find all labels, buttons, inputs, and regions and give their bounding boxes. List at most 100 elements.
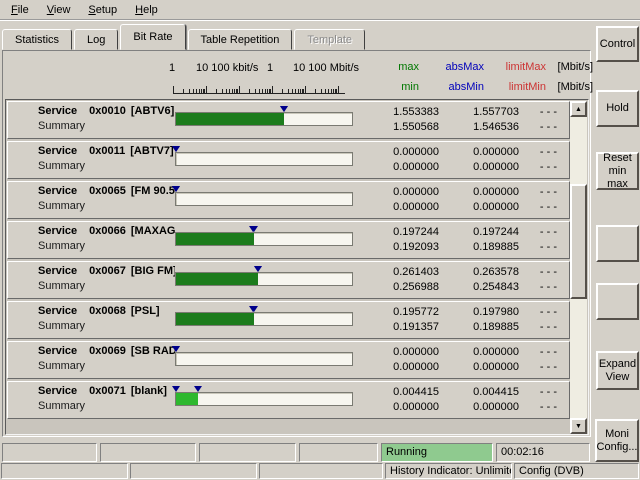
service-type-label: Service	[38, 345, 77, 357]
col-header-limitmax: limitMax	[495, 61, 546, 74]
service-summary-label: Summary	[38, 400, 85, 412]
service-row[interactable]: Service0x0067[BIG FM] Summary 0.261403 0…	[7, 261, 570, 299]
service-name: [MAXAGRO	[131, 225, 175, 237]
status-panel	[1, 463, 128, 479]
col-header-unit-top: [Mbit/s]	[548, 61, 593, 74]
tab-table-repetition[interactable]: Table Repetition	[188, 29, 293, 50]
service-list: Service0x0010[ABTV6] Summary 1.553383 1.…	[5, 99, 589, 435]
vertical-scrollbar[interactable]: ▲ ▼	[570, 101, 587, 434]
elapsed-time: 00:02:16	[496, 443, 590, 462]
min-value: 0.000000	[359, 401, 439, 413]
menu-help[interactable]: Help	[126, 0, 167, 21]
service-row[interactable]: Service0x0065[FM 90.5] Summary 0.000000 …	[7, 181, 570, 219]
limitmax-value: - - -	[477, 306, 557, 318]
menu-file[interactable]: File	[2, 0, 38, 21]
service-id: 0x0069	[89, 345, 126, 357]
service-type-label: Service	[38, 305, 77, 317]
max-value: 0.261403	[359, 266, 439, 278]
service-name: [FM 90.5]	[131, 185, 175, 197]
limitmin-value: - - -	[477, 321, 557, 333]
expand-view-button[interactable]: Expand View	[596, 351, 639, 390]
limitmin-value: - - -	[477, 241, 557, 253]
service-type-label: Service	[38, 105, 77, 117]
limitmax-value: - - -	[477, 386, 557, 398]
service-id: 0x0067	[89, 265, 126, 277]
col-header-limitmin: limitMin	[495, 81, 546, 94]
limitmin-value: - - -	[477, 281, 557, 293]
col-header-min: min	[375, 81, 419, 94]
service-row[interactable]: Service0x0071[blank] Summary 0.004415 0.…	[7, 381, 570, 419]
service-summary-label: Summary	[38, 120, 85, 132]
menu-setup[interactable]: Setup	[79, 0, 126, 21]
bitrate-bar	[175, 232, 353, 246]
max-value: 0.197244	[359, 226, 439, 238]
limitmin-value: - - -	[477, 361, 557, 373]
scroll-up-icon[interactable]: ▲	[570, 101, 587, 117]
moni-config-button[interactable]: Moni Config...	[595, 419, 639, 462]
bitrate-bar	[175, 352, 353, 366]
limitmax-value: - - -	[477, 346, 557, 358]
tab-statistics[interactable]: Statistics	[2, 29, 72, 50]
status-panel	[299, 443, 378, 462]
reset-min-max-button[interactable]: Reset min max	[596, 152, 639, 190]
status-panel	[2, 443, 97, 462]
service-name: [SB RADIO	[131, 345, 175, 357]
service-type-label: Service	[38, 225, 77, 237]
bitrate-bar	[175, 312, 353, 326]
service-summary-label: Summary	[38, 360, 85, 372]
col-header-unit-bottom: [Mbit/s]	[548, 81, 593, 94]
service-name: [PSL]	[131, 305, 160, 317]
max-value: 0.000000	[359, 146, 439, 158]
tab-strip: StatisticsLogBit RateTable RepetitionTem…	[2, 22, 367, 50]
limitmin-value: - - -	[477, 201, 557, 213]
config-indicator: Config (DVB)	[514, 463, 639, 479]
limitmin-value: - - -	[477, 161, 557, 173]
service-row[interactable]: Service0x0068[PSL] Summary 0.195772 0.19…	[7, 301, 570, 339]
min-value: 0.192093	[359, 241, 439, 253]
service-type-label: Service	[38, 185, 77, 197]
menu-view[interactable]: View	[38, 0, 80, 21]
service-id: 0x0010	[89, 105, 126, 117]
hold-button[interactable]: Hold	[596, 90, 639, 127]
min-value: 0.191357	[359, 321, 439, 333]
bitrate-monitor-window: FileViewSetupHelp StatisticsLogBit RateT…	[0, 0, 640, 480]
max-value: 0.000000	[359, 346, 439, 358]
service-row[interactable]: Service0x0066[MAXAGRO Summary 0.197244 0…	[7, 221, 570, 259]
min-marker-icon	[172, 386, 180, 392]
min-value: 1.550568	[359, 121, 439, 133]
limitmax-value: - - -	[477, 106, 557, 118]
side-button-blank-1[interactable]	[596, 225, 639, 262]
max-value: 0.195772	[359, 306, 439, 318]
max-marker-icon	[172, 346, 180, 352]
bitrate-bar-fill	[176, 273, 258, 285]
service-row[interactable]: Service0x0069[SB RADIO Summary 0.000000 …	[7, 341, 570, 379]
service-id: 0x0071	[89, 385, 126, 397]
max-value: 0.000000	[359, 186, 439, 198]
status-panel	[100, 443, 196, 462]
tab-bit-rate[interactable]: Bit Rate	[120, 24, 185, 50]
scroll-down-icon[interactable]: ▼	[570, 418, 587, 434]
service-name: [ABTV6]	[131, 105, 174, 117]
history-indicator: History Indicator: Unlimited	[385, 463, 512, 479]
limitmax-value: - - -	[477, 186, 557, 198]
max-marker-icon	[172, 186, 180, 192]
scale-label-1k: 1	[169, 62, 175, 74]
max-marker-icon	[250, 306, 258, 312]
bitrate-bar	[175, 392, 353, 406]
scale-label-mbit: 10 100 Mbit/s	[293, 62, 359, 74]
service-row[interactable]: Service0x0010[ABTV6] Summary 1.553383 1.…	[7, 101, 570, 139]
col-header-max: max	[375, 61, 419, 74]
scrollbar-thumb[interactable]	[570, 184, 587, 299]
bitrate-bar-fill	[176, 313, 254, 325]
service-row[interactable]: Service0x0011[ABTV7] Summary 0.000000 0.…	[7, 141, 570, 179]
tab-template: Template	[294, 29, 365, 50]
control-button[interactable]: Control	[596, 26, 639, 62]
bitrate-bar-fill	[176, 113, 284, 125]
max-value: 0.004415	[359, 386, 439, 398]
tab-log[interactable]: Log	[74, 29, 118, 50]
service-summary-label: Summary	[38, 200, 85, 212]
status-panel	[130, 463, 257, 479]
side-button-blank-2[interactable]	[596, 283, 639, 320]
service-name: [BIG FM]	[131, 265, 175, 277]
min-value: 0.256988	[359, 281, 439, 293]
